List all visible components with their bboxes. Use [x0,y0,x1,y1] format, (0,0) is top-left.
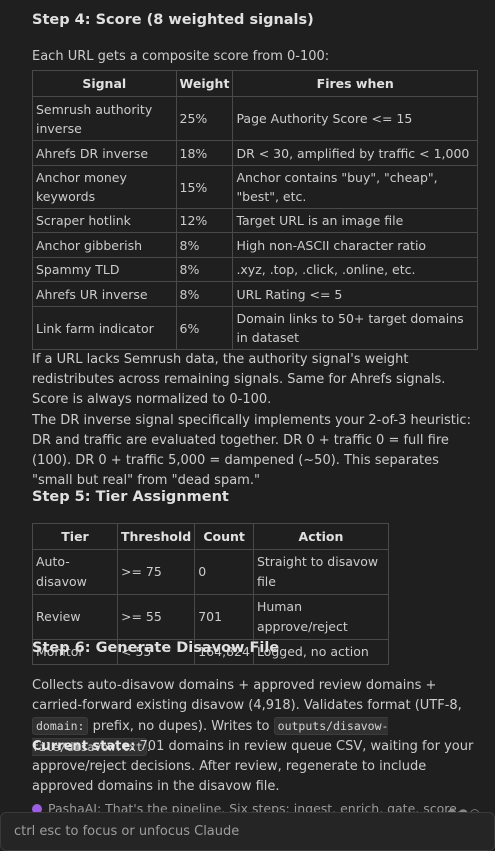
signal-cell: Spammy TLD [32,257,177,282]
table-row: Anchor gibberish 8% High non-ASCII chara… [32,232,478,258]
table-row: Semrush authority inverse 25% Page Autho… [32,96,478,141]
signal-cell: Anchor money keywords [32,165,177,209]
column-header: Threshold [116,523,196,550]
step4-intro: Each URL gets a composite score from 0-1… [32,49,330,64]
signal-cell: Semrush authority inverse [32,96,177,141]
fires-when-cell: .xyz, .top, .click, .online, etc. [232,257,478,282]
step6-heading: Step 6: Generate Disavow File [32,640,280,656]
fires-when-cell: DR < 30, amplified by traffic < 1,000 [232,140,478,166]
tier-cell: Auto-disavow [32,549,118,595]
step5-heading: Step 5: Tier Assignment [32,489,229,505]
step6-text-part1: Collects auto-disavow domains + approved… [32,678,462,713]
focus-hint: ctrl esc to focus or unfocus Claude [14,824,240,839]
step4-note-weights: If a URL lacks Semrush data, the authori… [32,352,446,407]
tier-cell: Review [32,594,118,640]
step6-text-part2: prefix, no dupes). Writes to [88,719,274,734]
signal-cell: Ahrefs DR inverse [32,140,177,166]
weight-cell: 6% [175,306,234,350]
action-cell: Straight to disavow file [252,549,389,595]
table-header-row: Tier Threshold Count Action [32,523,389,550]
action-cell: Human approve/reject [252,594,389,640]
step4-note-dr: The DR inverse signal specifically imple… [32,413,471,488]
weight-cell: 8% [175,232,234,258]
weight-cell: 8% [175,257,234,282]
table-row: Ahrefs DR inverse 18% DR < 30, amplified… [32,140,478,166]
fires-when-cell: URL Rating <= 5 [232,281,478,307]
table-header-row: Signal Weight Fires when [32,70,478,97]
signal-cell: Anchor gibberish [32,232,177,258]
domain-prefix-code: domain: [32,717,89,735]
column-header: Action [252,523,389,550]
weight-cell: 12% [175,208,234,233]
weight-cell: 18% [175,140,234,166]
table-row: Link farm indicator 6% Domain links to 5… [32,306,478,350]
column-header: Tier [32,523,118,550]
table-row: Anchor money keywords 15% Anchor contain… [32,165,478,209]
count-cell: 701 [194,594,254,640]
fires-when-cell: Anchor contains "buy", "cheap", "best", … [232,165,478,209]
table-row: Auto-disavow >= 75 0 Straight to disavow… [32,549,389,595]
signals-table: Signal Weight Fires when Semrush authori… [32,70,478,350]
fires-when-cell: High non-ASCII character ratio [232,232,478,258]
chat-input-bar[interactable]: ctrl esc to focus or unfocus Claude [0,812,495,851]
column-header: Weight [175,70,234,97]
threshold-cell: >= 55 [116,594,196,640]
table-row: Review >= 55 701 Human approve/reject [32,594,389,640]
current-state: Current state: 701 domains in review que… [32,737,478,797]
weight-cell: 15% [175,165,234,209]
current-state-label: Current state: [32,739,136,754]
count-cell: 0 [194,549,254,595]
column-header: Count [194,523,254,550]
column-header: Signal [32,70,177,97]
column-header: Fires when [232,70,478,97]
fires-when-cell: Target URL is an image file [232,208,478,233]
weight-cell: 8% [175,281,234,307]
fires-when-cell: Domain links to 50+ target domains in da… [232,306,478,350]
table-row: Spammy TLD 8% .xyz, .top, .click, .onlin… [32,257,478,282]
signal-cell: Ahrefs UR inverse [32,281,177,307]
fires-when-cell: Page Authority Score <= 15 [232,96,478,141]
threshold-cell: >= 75 [116,549,196,595]
signal-cell: Scraper hotlink [32,208,177,233]
step4-heading: Step 4: Score (8 weighted signals) [32,12,314,28]
table-row: Ahrefs UR inverse 8% URL Rating <= 5 [32,281,478,307]
signal-cell: Link farm indicator [32,306,177,350]
weight-cell: 25% [175,96,234,141]
table-row: Scraper hotlink 12% Target URL is an ima… [32,208,478,233]
